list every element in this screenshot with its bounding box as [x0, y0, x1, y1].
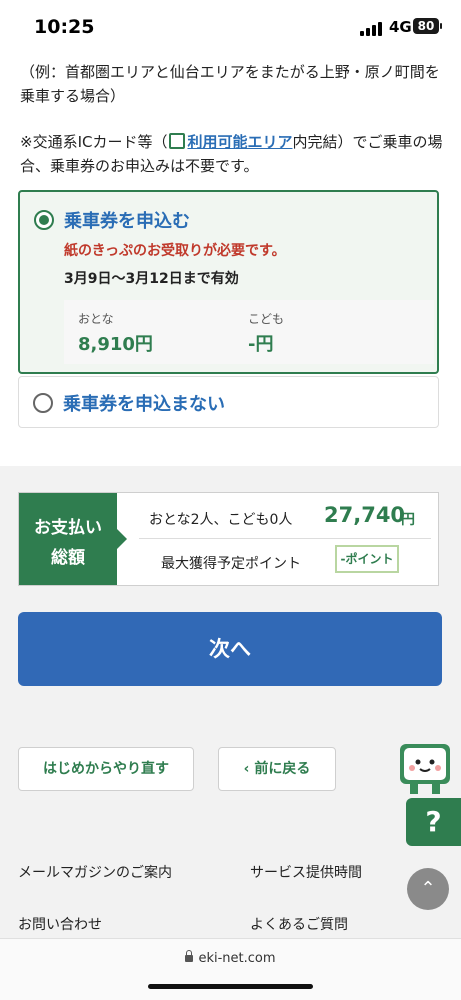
scroll-to-top-button[interactable]: ⌃	[407, 868, 449, 910]
help-button[interactable]: ?	[406, 798, 461, 846]
no-ticket-label[interactable]: 乗車券を申込まない	[63, 390, 225, 416]
restart-label[interactable]: はじめからやり直す	[43, 761, 169, 777]
external-link-icon	[169, 133, 186, 149]
url-text[interactable]: eki-net.com	[198, 951, 275, 966]
radio-selected-icon[interactable]	[34, 210, 54, 230]
currency-unit: 円	[401, 512, 415, 528]
points-badge: -ポイント	[335, 545, 399, 573]
footer-link-contact[interactable]: お問い合わせ	[18, 914, 102, 934]
radio-unselected-icon[interactable]	[33, 393, 53, 413]
url-display[interactable]: eki-net.com	[0, 950, 461, 966]
child-price: -円	[248, 334, 274, 355]
lock-icon	[185, 950, 194, 962]
next-button[interactable]: 次へ	[18, 612, 442, 686]
paper-ticket-warning: 紙のきっぷのお受取りが必要です。	[64, 243, 286, 259]
apply-ticket-option[interactable]: 乗車券を申込む 紙のきっぷのお受取りが必要です。 3月9日〜3月12日まで有効 …	[18, 190, 439, 374]
ticket-option-section: （例：首都圏エリアと仙台エリアをまたがる上野・原ノ町間を乗車する場合） ※交通系…	[0, 54, 461, 466]
child-label: こども	[248, 312, 285, 326]
payment-summary: お支払い 総額 おとな2人、こども0人 27,740 円 最大獲得予定ポイント …	[18, 492, 439, 586]
footer-link-newsletter[interactable]: メールマガジンのご案内	[18, 862, 172, 882]
example-note: （例：首都圏エリアと仙台エリアをまたがる上野・原ノ町間を乗車する場合）	[20, 63, 440, 105]
adult-label: おとな	[78, 312, 114, 326]
chevron-left-icon: ‹	[243, 761, 255, 777]
mascot-icon	[400, 744, 450, 794]
back-button[interactable]: ‹ 前に戻る	[218, 747, 336, 791]
footer-link-faq[interactable]: よくあるご質問	[250, 914, 348, 934]
adult-price: 8,910円	[78, 334, 153, 355]
payment-label-line2: 総額	[51, 548, 85, 568]
passenger-count: おとな2人、こども0人	[149, 512, 293, 528]
payment-total-label: お支払い 総額	[19, 493, 127, 585]
chevron-up-icon: ⌃	[420, 878, 436, 899]
status-time: 10:25	[34, 16, 95, 38]
no-ticket-option[interactable]: 乗車券を申込まない	[18, 376, 439, 428]
restart-button[interactable]: はじめからやり直す	[18, 747, 194, 791]
ic-note-prefix: ※交通系ICカード等（	[20, 133, 168, 151]
available-area-link[interactable]: 利用可能エリア	[187, 133, 292, 151]
status-bar: 10:25 4G 80	[0, 0, 461, 54]
fare-breakdown: おとな 8,910円 こども -円	[64, 300, 434, 364]
signal-icon	[360, 22, 384, 36]
divider	[139, 538, 431, 539]
total-amount: 27,740	[324, 503, 406, 527]
validity-period: 3月9日〜3月12日まで有効	[64, 271, 239, 287]
payment-label-line1: お支払い	[34, 518, 102, 538]
points-label: 最大獲得予定ポイント	[161, 556, 301, 572]
ic-card-note: ※交通系ICカード等（ 利用可能エリア内完結）でご乗車の場合、乗車券のお申込みは不…	[20, 130, 445, 178]
browser-url-bar[interactable]: eki-net.com	[0, 938, 461, 1000]
apply-ticket-label[interactable]: 乗車券を申込む	[64, 207, 190, 233]
back-label[interactable]: 前に戻る	[254, 761, 310, 777]
home-indicator[interactable]	[148, 984, 313, 989]
footer-link-service-hours[interactable]: サービス提供時間	[250, 862, 362, 882]
network-label: 4G	[389, 18, 412, 36]
battery-icon: 80	[413, 18, 442, 34]
